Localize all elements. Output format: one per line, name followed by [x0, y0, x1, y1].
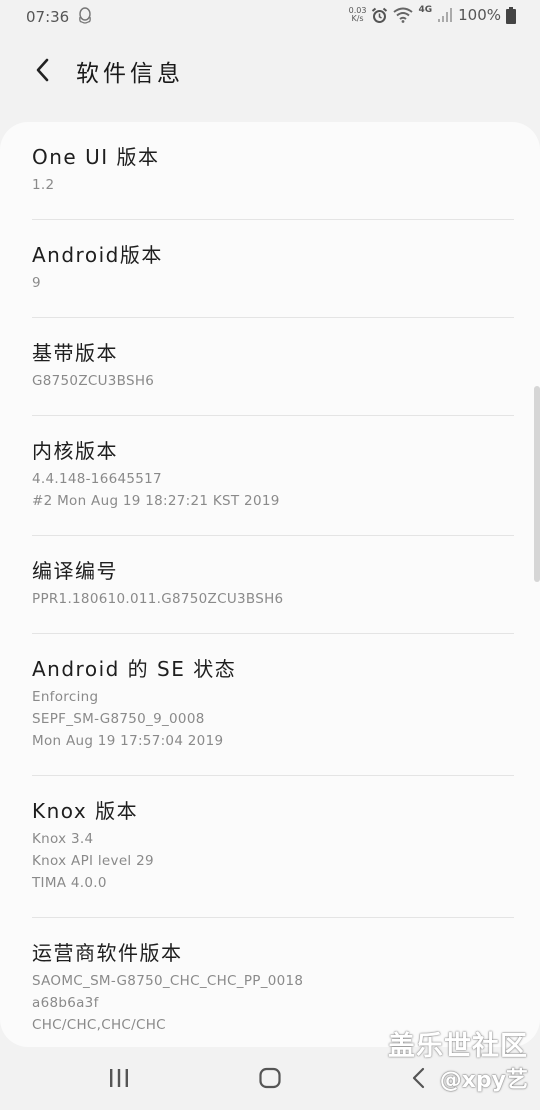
status-icons: 0.03 K/s 4G 100%: [349, 5, 516, 24]
item-value: 9: [32, 275, 41, 291]
item-value: Knox API level 29: [32, 853, 154, 869]
net-speed-unit: K/s: [351, 14, 364, 23]
item-value: a68b6a3f: [32, 995, 99, 1011]
recent-apps-icon[interactable]: [108, 1067, 130, 1089]
item-value: Mon Aug 19 17:57:04 2019: [32, 733, 224, 749]
status-time: 07:36: [26, 8, 70, 26]
page-title: 软件信息: [76, 61, 184, 87]
divider: [32, 775, 514, 776]
item-value: SAOMC_SM-G8750_CHC_CHC_PP_0018: [32, 973, 304, 989]
item-value: TIMA 4.0.0: [32, 875, 107, 891]
list-item-se-status[interactable]: Android 的 SE 状态 Enforcing SEPF_SM-G8750_…: [32, 656, 514, 752]
list-item-knox-version[interactable]: Knox 版本 Knox 3.4 Knox API level 29 TIMA …: [32, 798, 514, 894]
signal-icon: [437, 7, 453, 23]
list-item-baseband-version[interactable]: 基带版本 G8750ZCU3BSH6: [32, 340, 514, 392]
watermark-site: 盖乐世社区: [388, 1031, 528, 1062]
item-value: PPR1.180610.011.G8750ZCU3BSH6: [32, 591, 284, 607]
app-header: 软件信息: [0, 34, 540, 118]
list-item-build-number[interactable]: 编译编号 PPR1.180610.011.G8750ZCU3BSH6: [32, 558, 514, 610]
list-item-android-version[interactable]: Android版本 9: [32, 242, 514, 294]
divider: [32, 535, 514, 536]
divider: [32, 917, 514, 918]
divider: [32, 317, 514, 318]
item-value: #2 Mon Aug 19 18:27:21 KST 2019: [32, 493, 280, 509]
home-icon[interactable]: [258, 1067, 282, 1089]
item-value: G8750ZCU3BSH6: [32, 373, 155, 389]
item-title: 编译编号: [32, 559, 118, 583]
item-title: Knox 版本: [32, 799, 139, 823]
net-speed: 0.03 K/s: [349, 7, 367, 23]
item-value: 1.2: [32, 177, 55, 193]
battery-icon: [506, 6, 516, 24]
network-type: 4G: [418, 5, 433, 15]
wifi-icon: [393, 7, 414, 23]
list-item-carrier-software-version[interactable]: 运营商软件版本 SAOMC_SM-G8750_CHC_CHC_PP_0018 a…: [32, 940, 514, 1036]
list-item-kernel-version[interactable]: 内核版本 4.4.148-16645517 #2 Mon Aug 19 18:2…: [32, 438, 514, 512]
item-title: 基带版本: [32, 341, 118, 365]
item-value: 4.4.148-16645517: [32, 471, 162, 487]
chevron-left-icon: [36, 58, 49, 82]
watermark-user: @xpy艺: [439, 1068, 528, 1093]
item-title: 运营商软件版本: [32, 941, 183, 965]
status-bar: 07:36 0.03 K/s 4G 100%: [0, 0, 540, 34]
item-title: 内核版本: [32, 439, 118, 463]
item-value: SEPF_SM-G8750_9_0008: [32, 711, 205, 727]
software-info-list: One UI 版本 1.2 Android版本 9 基带版本 G8750ZCU3…: [0, 122, 540, 1047]
back-button[interactable]: [26, 54, 58, 86]
list-item-one-ui-version[interactable]: One UI 版本 1.2: [32, 144, 514, 196]
item-title: Android版本: [32, 243, 163, 267]
item-title: Android 的 SE 状态: [32, 657, 237, 681]
item-value: Knox 3.4: [32, 831, 94, 847]
nav-back-icon[interactable]: [410, 1067, 428, 1089]
divider: [32, 633, 514, 634]
divider: [32, 219, 514, 220]
scrollbar-thumb[interactable]: [534, 386, 540, 582]
item-value: Enforcing: [32, 689, 99, 705]
alarm-clock-icon: [371, 7, 388, 24]
qq-penguin-icon: [78, 7, 92, 25]
item-title: One UI 版本: [32, 145, 160, 169]
battery-percent: 100%: [458, 6, 501, 24]
divider: [32, 415, 514, 416]
